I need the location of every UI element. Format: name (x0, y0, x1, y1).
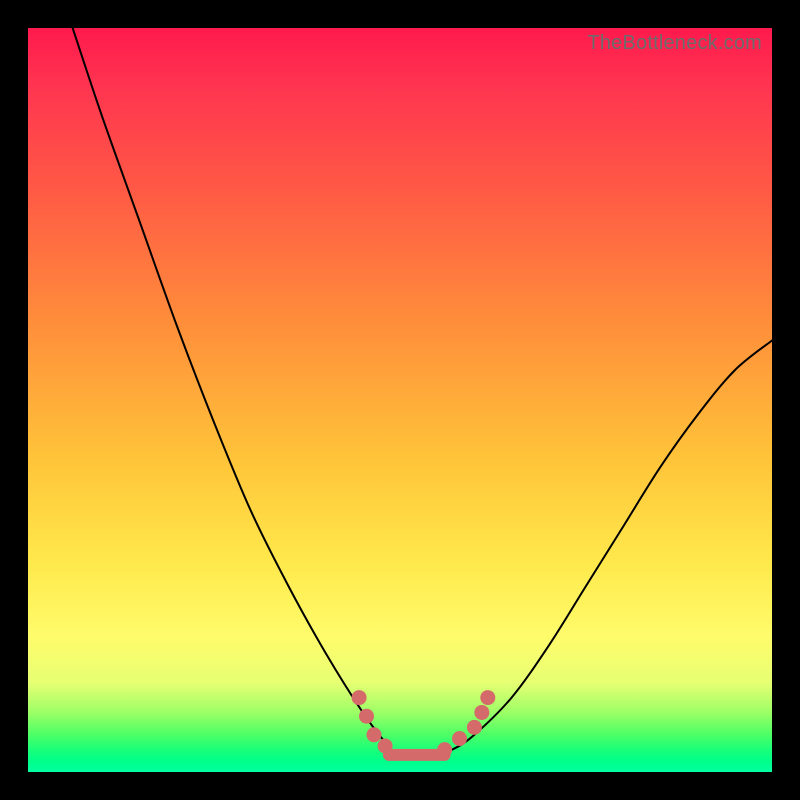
chart-frame: TheBottleneck.com (0, 0, 800, 800)
bead-point (352, 690, 367, 705)
bead-point (437, 742, 452, 757)
plot-area: TheBottleneck.com (28, 28, 772, 772)
bead-point (378, 738, 393, 753)
bead-point (452, 731, 467, 746)
bead-group (352, 690, 496, 757)
bottleneck-curve (28, 28, 772, 772)
bead-point (467, 720, 482, 735)
bead-point (359, 709, 374, 724)
bead-point (366, 727, 381, 742)
bead-point (474, 705, 489, 720)
bead-point (480, 690, 495, 705)
curve-path (73, 28, 772, 758)
